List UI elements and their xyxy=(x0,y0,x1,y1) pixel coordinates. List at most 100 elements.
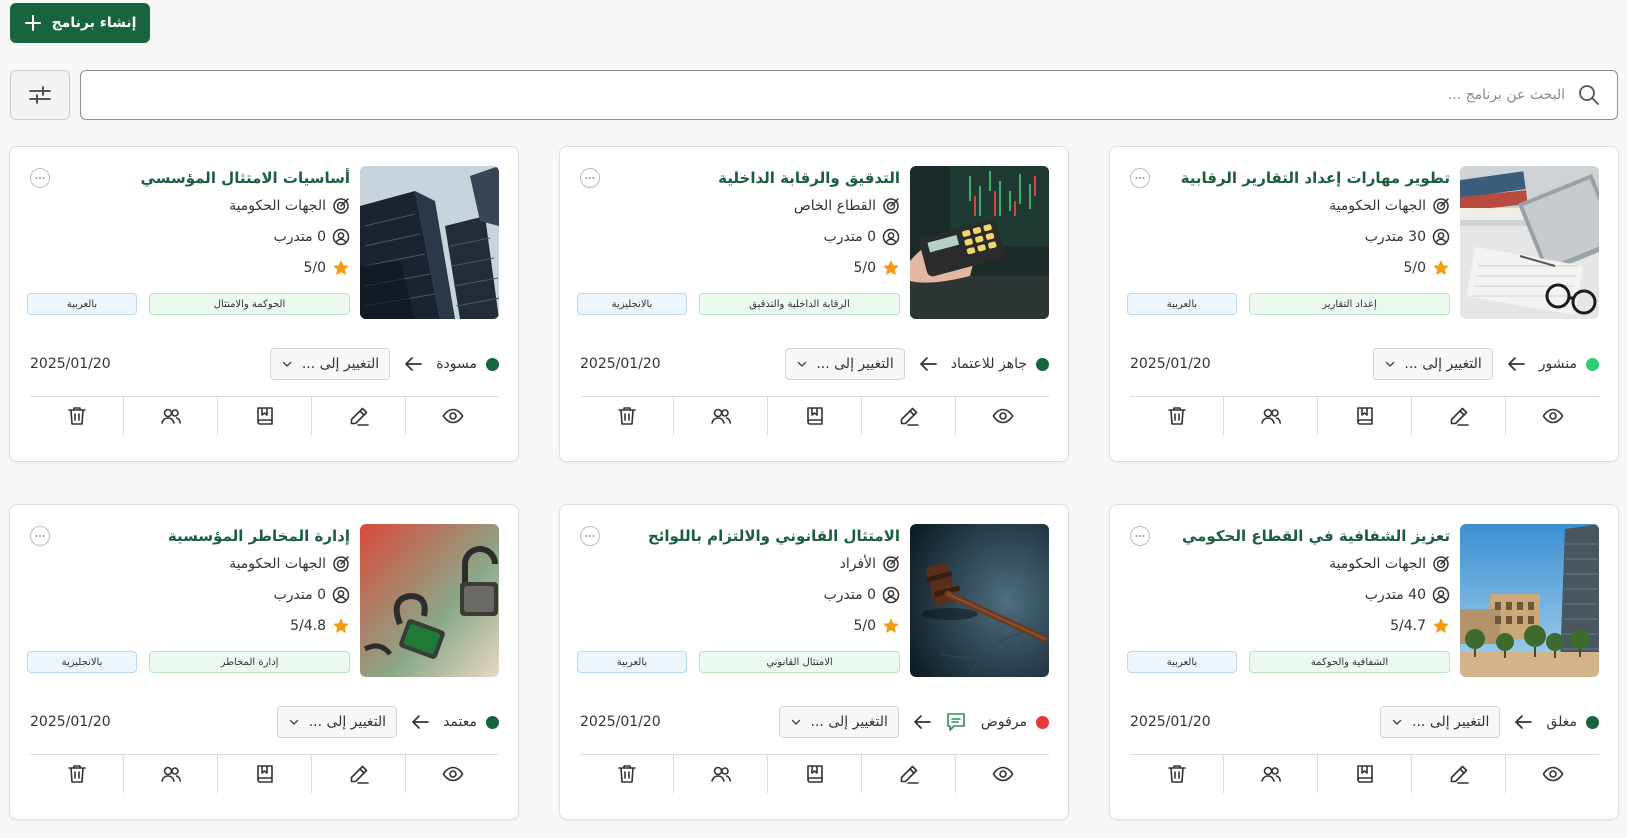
star-icon xyxy=(333,617,349,633)
tags: إعداد التقارير بالعربية xyxy=(1127,293,1450,315)
view-button[interactable] xyxy=(1505,397,1599,435)
view-button[interactable] xyxy=(405,755,499,793)
user-circle-icon xyxy=(882,228,900,245)
content-button[interactable] xyxy=(767,755,861,793)
trainees-count: 0 متدرب xyxy=(823,228,876,245)
trash-icon xyxy=(617,407,636,425)
status-change-select[interactable]: التغيير إلى ... xyxy=(784,348,905,380)
trash-icon xyxy=(67,765,86,783)
program-date: 2025/01/20 xyxy=(30,714,111,730)
tags: إدارة المخاطر بالانجليزية xyxy=(27,651,350,673)
search-bar xyxy=(80,70,1618,120)
edit-button[interactable] xyxy=(311,397,405,435)
program-title[interactable]: أساسيات الامتثال المؤسسي xyxy=(30,166,350,190)
trainees-button[interactable] xyxy=(1223,755,1317,793)
view-button[interactable] xyxy=(955,755,1049,793)
rating-value: 5/0 xyxy=(1403,259,1426,276)
trash-icon xyxy=(617,765,636,783)
pencil-icon xyxy=(350,407,369,426)
program-title[interactable]: التدقيق والرقابة الداخلية xyxy=(580,166,900,190)
program-title[interactable]: إدارة المخاطر المؤسسية xyxy=(30,524,350,548)
content-button[interactable] xyxy=(767,397,861,435)
audience-label: القطاع الخاص xyxy=(793,197,876,214)
edit-button[interactable] xyxy=(861,755,955,793)
delete-button[interactable] xyxy=(30,397,123,435)
status-change-select[interactable]: التغيير إلى ... xyxy=(1380,706,1501,738)
chevron-down-icon xyxy=(797,361,806,367)
language-tag: بالانجليزية xyxy=(27,651,137,673)
book-bookmark-icon xyxy=(1356,765,1373,783)
audience-row: القطاع الخاص xyxy=(580,190,900,221)
more-options-button[interactable] xyxy=(30,168,50,188)
delete-button[interactable] xyxy=(1130,755,1223,793)
delete-button[interactable] xyxy=(1130,397,1223,435)
desk-icon xyxy=(1460,166,1599,319)
chevron-down-icon xyxy=(289,719,299,725)
audience-label: الجهات الحكومية xyxy=(229,555,326,572)
more-options-button[interactable] xyxy=(1130,168,1150,188)
status-change-select[interactable]: التغيير إلى ... xyxy=(778,706,899,738)
create-program-button[interactable]: إنشاء برنامج xyxy=(10,3,150,43)
user-circle-icon xyxy=(1432,228,1450,245)
rating-row: 5/0 xyxy=(580,252,900,283)
star-icon xyxy=(883,617,899,633)
language-tag: بالعربية xyxy=(577,651,687,673)
filter-button[interactable] xyxy=(10,70,70,120)
search-input[interactable] xyxy=(81,86,1567,104)
program-image xyxy=(360,524,499,677)
eye-icon xyxy=(1542,766,1563,782)
delete-button[interactable] xyxy=(580,755,673,793)
program-title[interactable]: تطوير مهارات إعداد التقارير الرقابية xyxy=(1130,166,1450,190)
status-change-select[interactable]: التغيير إلى ... xyxy=(277,706,398,738)
program-title[interactable]: تعزيز الشفافية في القطاع الحكومي xyxy=(1130,524,1450,548)
target-icon xyxy=(333,197,349,214)
user-circle-icon xyxy=(332,586,350,603)
trainees-button[interactable] xyxy=(1223,397,1317,435)
status-change-select[interactable]: التغيير إلى ... xyxy=(1372,348,1493,380)
card-actions xyxy=(30,754,499,793)
trainees-button[interactable] xyxy=(123,755,217,793)
more-options-button[interactable] xyxy=(30,526,50,546)
status-label: مسودة xyxy=(436,356,477,372)
view-button[interactable] xyxy=(955,397,1049,435)
user-circle-icon xyxy=(332,228,350,245)
edit-button[interactable] xyxy=(861,397,955,435)
rating-value: 5/0 xyxy=(303,259,326,276)
rating-value: 5/0 xyxy=(853,617,876,634)
trainees-count: 0 متدرب xyxy=(823,586,876,603)
trainees-button[interactable] xyxy=(673,397,767,435)
trainees-row: 0 متدرب xyxy=(580,221,900,252)
trainees-button[interactable] xyxy=(673,755,767,793)
edit-button[interactable] xyxy=(1411,397,1505,435)
category-tag: الامتثال القانوني xyxy=(699,651,900,673)
edit-button[interactable] xyxy=(311,755,405,793)
category-tag: إدارة المخاطر xyxy=(149,651,350,673)
delete-button[interactable] xyxy=(30,755,123,793)
content-button[interactable] xyxy=(217,755,311,793)
content-button[interactable] xyxy=(1317,755,1411,793)
program-title[interactable]: الامتثال القانوني والالتزام باللوائح xyxy=(580,524,900,548)
target-icon xyxy=(333,555,349,572)
content-button[interactable] xyxy=(217,397,311,435)
book-bookmark-icon xyxy=(256,407,273,425)
more-options-button[interactable] xyxy=(580,526,600,546)
trash-icon xyxy=(1167,407,1186,425)
more-options-button[interactable] xyxy=(580,168,600,188)
trainees-button[interactable] xyxy=(123,397,217,435)
category-tag: إعداد التقارير xyxy=(1249,293,1450,315)
content-button[interactable] xyxy=(1317,397,1411,435)
view-button[interactable] xyxy=(405,397,499,435)
program-image xyxy=(910,166,1049,319)
more-options-button[interactable] xyxy=(1130,526,1150,546)
target-icon xyxy=(1433,197,1449,214)
arrow-left-icon xyxy=(1507,357,1525,371)
status-change-select[interactable]: التغيير إلى ... xyxy=(270,348,391,380)
delete-button[interactable] xyxy=(580,397,673,435)
edit-button[interactable] xyxy=(1411,755,1505,793)
trainees-row: 0 متدرب xyxy=(30,579,350,610)
book-bookmark-icon xyxy=(256,765,273,783)
view-button[interactable] xyxy=(1505,755,1599,793)
comment-icon[interactable] xyxy=(945,711,967,733)
ellipsis-icon xyxy=(1135,535,1145,537)
arrow-left-icon xyxy=(919,357,937,371)
